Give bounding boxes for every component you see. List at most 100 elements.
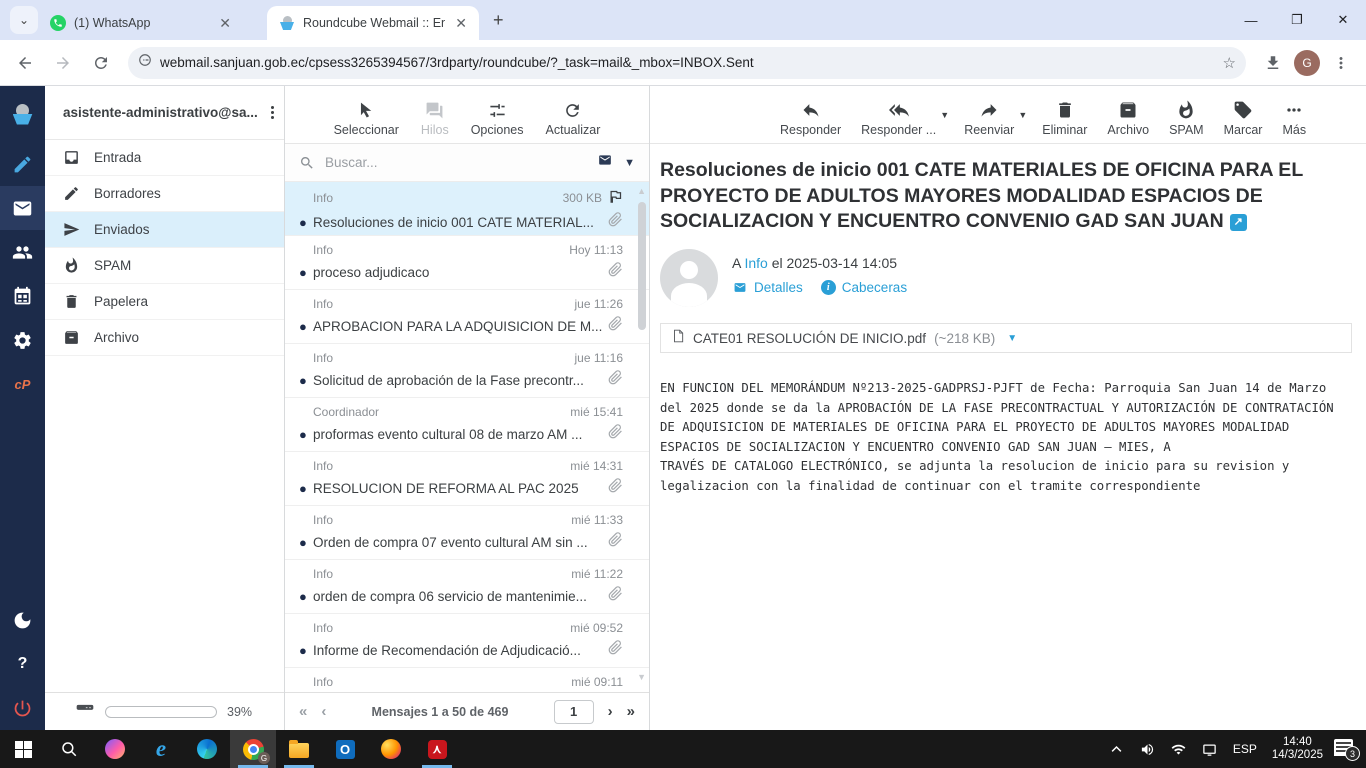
- message-row[interactable]: Coordinadormié 15:41 ●proformas evento c…: [285, 398, 649, 452]
- open-in-new-window-icon[interactable]: ↗: [1230, 214, 1247, 231]
- folder-options-kebab[interactable]: [271, 106, 274, 119]
- search-input[interactable]: [325, 155, 586, 170]
- chrome-button[interactable]: G: [230, 730, 276, 768]
- contacts-nav-button[interactable]: [0, 230, 45, 274]
- taskbar-search-button[interactable]: [46, 730, 92, 768]
- bookmark-star-icon[interactable]: ☆: [1223, 54, 1236, 72]
- last-page-button[interactable]: »: [627, 703, 635, 720]
- search-options-chevron-icon[interactable]: ▼: [624, 157, 635, 169]
- attachment-dropdown-icon[interactable]: ▼: [1007, 333, 1017, 344]
- download-icon[interactable]: [1256, 46, 1290, 80]
- threads-button[interactable]: Hilos: [421, 101, 449, 137]
- message-row[interactable]: InfoHoy 11:13 ●proceso adjudicaco: [285, 236, 649, 290]
- attachment-name[interactable]: CATE01 RESOLUCIÓN DE INICIO.pdf: [693, 331, 926, 346]
- attachment-clip-icon: [608, 532, 623, 552]
- acrobat-button[interactable]: ⋏: [414, 730, 460, 768]
- tab-roundcube[interactable]: Roundcube Webmail :: Enviados ✕: [267, 6, 479, 40]
- prev-page-button[interactable]: ‹: [321, 703, 326, 720]
- calendar-nav-button[interactable]: [0, 274, 45, 318]
- recipient-link[interactable]: Info: [744, 255, 767, 271]
- search-scope-mail-icon[interactable]: [596, 153, 614, 172]
- message-row[interactable]: Infomié 11:33 ●Orden de compra 07 evento…: [285, 506, 649, 560]
- reply-button[interactable]: Responder: [780, 100, 841, 137]
- menu-kebab-icon[interactable]: [1324, 46, 1358, 80]
- tab-close-icon[interactable]: ✕: [217, 15, 233, 32]
- forward-button[interactable]: Reenviar ▼: [964, 100, 1014, 137]
- wifi-icon[interactable]: [1167, 742, 1191, 757]
- attachment-item[interactable]: CATE01 RESOLUCIÓN DE INICIO.pdf (~218 KB…: [660, 323, 1352, 353]
- message-row[interactable]: Info 300 KB ● Resoluciones de inicio 001…: [285, 182, 649, 236]
- sliders-icon: [488, 101, 507, 120]
- select-button[interactable]: Seleccionar: [334, 101, 399, 137]
- start-button[interactable]: [0, 730, 46, 768]
- logout-power-icon[interactable]: [0, 686, 45, 730]
- next-page-button[interactable]: ›: [608, 703, 613, 720]
- message-row[interactable]: Infomié 09:11 ●: [285, 668, 649, 692]
- message-row[interactable]: Infomié 09:52 ●Informe de Recomendación …: [285, 614, 649, 668]
- internet-explorer-button[interactable]: e: [138, 730, 184, 768]
- new-tab-button[interactable]: +: [493, 10, 504, 31]
- restore-button[interactable]: ❐: [1274, 0, 1320, 40]
- reply-dropdown-icon[interactable]: ▼: [940, 110, 949, 120]
- help-button[interactable]: ?: [0, 642, 45, 686]
- tray-chevron-up-icon[interactable]: [1105, 742, 1129, 757]
- message-row[interactable]: Infojue 11:26 ●APROBACION PARA LA ADQUIS…: [285, 290, 649, 344]
- archive-button[interactable]: Archivo: [1107, 100, 1149, 137]
- message-row[interactable]: Infojue 11:16 ●Solicitud de aprobación d…: [285, 344, 649, 398]
- compose-button[interactable]: [0, 142, 45, 186]
- folder-borradores[interactable]: Borradores: [45, 176, 284, 212]
- copilot-button[interactable]: [92, 730, 138, 768]
- volume-icon[interactable]: [1136, 742, 1160, 757]
- profile-avatar[interactable]: G: [1294, 50, 1320, 76]
- details-toggle[interactable]: Detalles: [732, 280, 803, 295]
- url-bar[interactable]: webmail.sanjuan.gob.ec/cpsess3265394567/…: [128, 47, 1246, 79]
- file-explorer-button[interactable]: [276, 730, 322, 768]
- language-indicator[interactable]: ESP: [1229, 742, 1261, 756]
- minimize-button[interactable]: —: [1228, 0, 1274, 40]
- folder-papelera[interactable]: Papelera: [45, 284, 284, 320]
- first-page-button[interactable]: «: [299, 703, 307, 720]
- edge-button[interactable]: [184, 730, 230, 768]
- tab-search-button[interactable]: ⌄: [10, 6, 38, 34]
- message-row[interactable]: Infomié 14:31 ●RESOLUCION DE REFORMA AL …: [285, 452, 649, 506]
- back-button[interactable]: [8, 46, 42, 80]
- action-center-button[interactable]: 3: [1334, 737, 1360, 761]
- reload-button[interactable]: [84, 46, 118, 80]
- close-button[interactable]: ✕: [1320, 0, 1366, 40]
- forward-dropdown-icon[interactable]: ▼: [1018, 110, 1027, 120]
- more-button[interactable]: Más: [1282, 100, 1306, 137]
- list-scrollbar[interactable]: ▲ ▼: [637, 186, 647, 688]
- settings-nav-button[interactable]: [0, 318, 45, 362]
- folder-enviados[interactable]: Enviados: [45, 212, 284, 248]
- forward-button[interactable]: [46, 46, 80, 80]
- scroll-down-icon[interactable]: ▼: [637, 672, 646, 682]
- headers-toggle[interactable]: i Cabeceras: [821, 280, 907, 295]
- search-bar[interactable]: ▼: [285, 144, 649, 182]
- flag-icon[interactable]: [608, 189, 623, 207]
- spam-button[interactable]: SPAM: [1169, 100, 1204, 137]
- display-connect-icon[interactable]: [1198, 742, 1222, 757]
- dark-mode-icon[interactable]: [0, 598, 45, 642]
- message-row[interactable]: Infomié 11:22 ●orden de compra 06 servic…: [285, 560, 649, 614]
- options-button[interactable]: Opciones: [471, 101, 524, 137]
- clock[interactable]: 14:4014/3/2025: [1268, 736, 1327, 762]
- site-info-icon[interactable]: [138, 53, 152, 72]
- scroll-up-icon[interactable]: ▲: [637, 186, 646, 196]
- folder-archivo[interactable]: Archivo: [45, 320, 284, 356]
- chrome-profile-badge: G: [258, 752, 270, 764]
- refresh-button[interactable]: Actualizar: [546, 101, 601, 137]
- page-number-input[interactable]: 1: [554, 700, 594, 724]
- folder-entrada[interactable]: Entrada: [45, 140, 284, 176]
- folder-label: Papelera: [94, 294, 148, 309]
- mail-nav-button[interactable]: [0, 186, 45, 230]
- tab-close-icon[interactable]: ✕: [453, 15, 469, 32]
- outlook-button[interactable]: O: [322, 730, 368, 768]
- mark-button[interactable]: Marcar: [1224, 100, 1263, 137]
- cpanel-button[interactable]: cP: [0, 362, 45, 406]
- reply-all-button[interactable]: Responder ... ▼: [861, 100, 936, 137]
- scrollbar-thumb[interactable]: [638, 202, 646, 330]
- folder-spam[interactable]: SPAM: [45, 248, 284, 284]
- delete-button[interactable]: Eliminar: [1042, 100, 1087, 137]
- tab-whatsapp[interactable]: (1) WhatsApp ✕: [38, 6, 243, 40]
- firefox-button[interactable]: [368, 730, 414, 768]
